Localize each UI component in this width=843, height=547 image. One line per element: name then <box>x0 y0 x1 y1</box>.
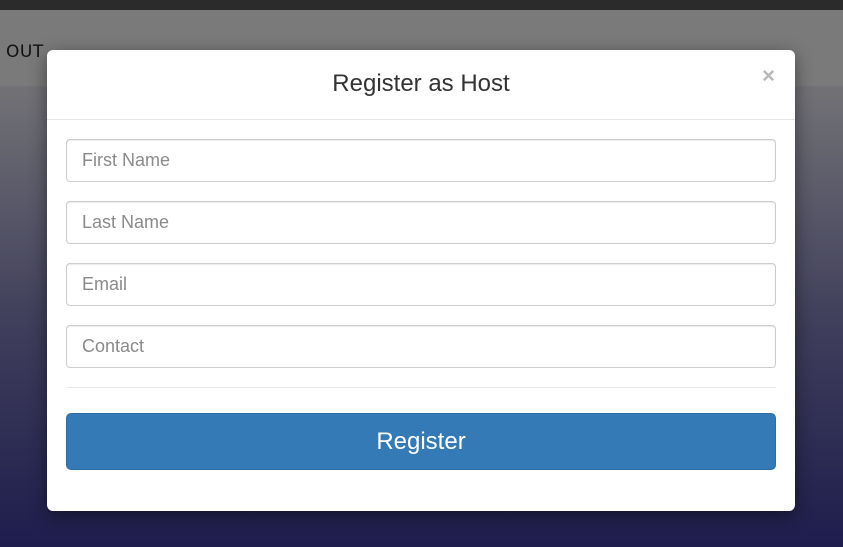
modal-body: Register <box>47 120 795 470</box>
first-name-field[interactable] <box>66 139 776 182</box>
email-field[interactable] <box>66 263 776 306</box>
register-button[interactable]: Register <box>66 413 776 470</box>
contact-field[interactable] <box>66 325 776 368</box>
form-divider <box>66 387 776 388</box>
close-icon[interactable]: × <box>762 65 775 87</box>
modal-title: Register as Host <box>332 70 510 97</box>
register-host-modal: Register as Host × Register <box>47 50 795 511</box>
modal-header: Register as Host × <box>47 50 795 120</box>
page: OUT Register as Host × Register <box>0 0 843 547</box>
last-name-field[interactable] <box>66 201 776 244</box>
